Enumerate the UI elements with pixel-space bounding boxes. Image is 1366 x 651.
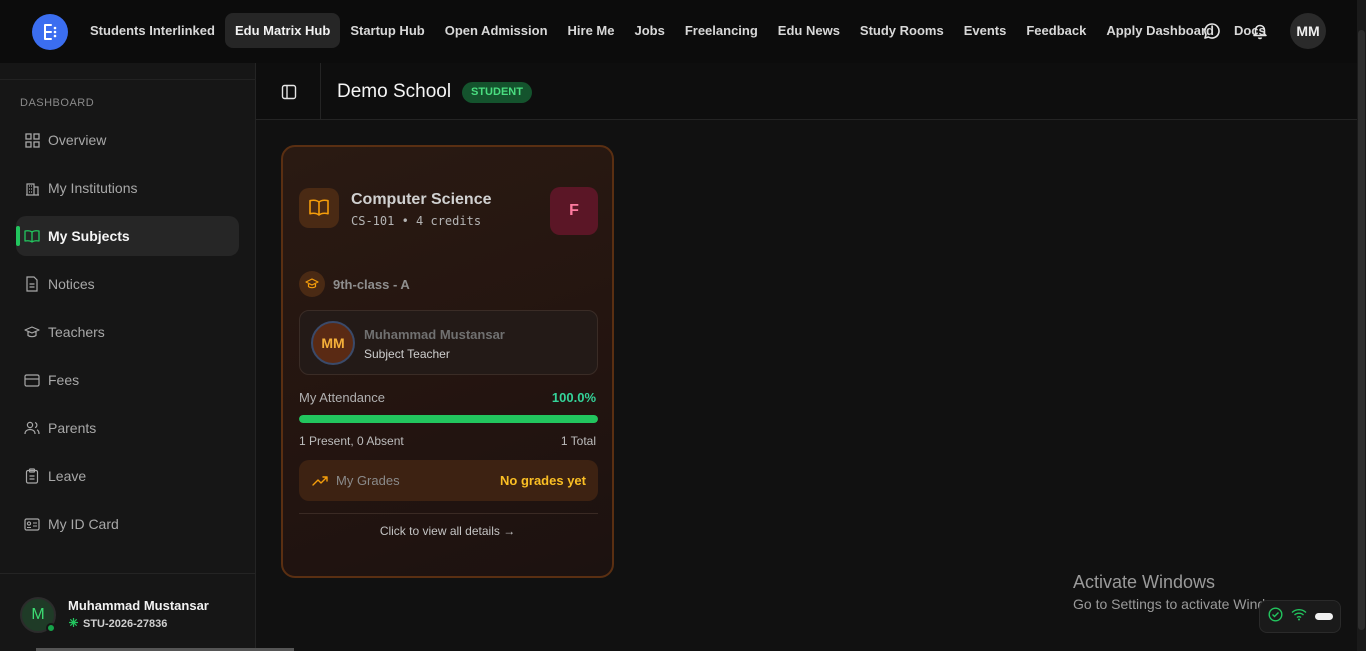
avatar: MM [311, 321, 355, 365]
system-tray-widget[interactable] [1259, 600, 1341, 633]
wallet-icon [24, 372, 40, 388]
sidebar-divider [0, 79, 256, 80]
id-card-icon [24, 516, 40, 532]
sidebar-item-my-id-card[interactable]: My ID Card [16, 504, 239, 544]
clipboard-icon [24, 468, 40, 484]
grid-icon [24, 132, 40, 148]
header-divider [320, 63, 321, 120]
page-title: Demo School [337, 81, 452, 102]
sidebar-item-my-institutions[interactable]: My Institutions [16, 168, 239, 208]
attendance-total: 1 Total [560, 434, 596, 448]
sidebar: DASHBOARD Overview My Institutions My Su… [0, 63, 256, 651]
page-scrollbar[interactable] [1357, 0, 1366, 651]
subject-title: Computer Science [351, 191, 492, 208]
sidebar-item-leave[interactable]: Leave [16, 456, 239, 496]
graduation-cap-icon [299, 271, 325, 297]
attendance-detail: 1 Present, 0 Absent [299, 434, 404, 448]
subject-meta: CS-101 • 4 credits [351, 214, 482, 228]
page-header: Demo School STUDENT [256, 63, 1357, 120]
book-open-icon [24, 228, 40, 244]
sidebar-item-notices[interactable]: Notices [16, 264, 239, 304]
nav-item-events[interactable]: Events [954, 13, 1017, 48]
teacher-name: Muhammad Mustansar [364, 327, 505, 342]
sidebar-item-label: Teachers [48, 324, 105, 340]
chat-icon[interactable] [1201, 20, 1223, 42]
grades-summary[interactable]: My Grades No grades yet [299, 460, 598, 501]
sidebar-item-label: Leave [48, 468, 87, 484]
book-open-icon [299, 188, 339, 228]
nav-item-hire-me[interactable]: Hire Me [558, 13, 625, 48]
bell-icon[interactable] [1249, 20, 1271, 42]
view-details-link[interactable]: Click to view all details → [283, 524, 612, 538]
user-name: Muhammad Mustansar [68, 598, 209, 613]
main-nav: Students Interlinked Edu Matrix Hub Star… [80, 13, 1276, 48]
sidebar-item-overview[interactable]: Overview [16, 120, 239, 160]
sidebar-item-label: My ID Card [48, 516, 119, 532]
grade-letter-badge: F [550, 187, 598, 235]
wifi-icon [1291, 608, 1307, 626]
sidebar-item-label: Overview [48, 132, 107, 148]
nav-item-students-interlinked[interactable]: Students Interlinked [80, 13, 225, 48]
check-circle-icon [1268, 606, 1283, 627]
role-badge: STUDENT [462, 82, 532, 103]
attendance-progress-bar [299, 415, 598, 423]
sidebar-item-my-subjects[interactable]: My Subjects [16, 216, 239, 256]
active-indicator [16, 226, 20, 246]
sidebar-toggle-button[interactable] [278, 81, 300, 103]
sidebar-section-label: DASHBOARD [20, 97, 95, 109]
battery-icon [1315, 613, 1333, 620]
teacher-info[interactable]: MM Muhammad Mustansar Subject Teacher [299, 310, 598, 375]
sidebar-item-label: Parents [48, 420, 97, 436]
users-icon [24, 420, 40, 436]
online-status-dot [46, 623, 56, 633]
sparkle-icon [68, 617, 79, 631]
nav-item-feedback[interactable]: Feedback [1016, 13, 1096, 48]
sidebar-item-fees[interactable]: Fees [16, 360, 239, 400]
nav-item-study-rooms[interactable]: Study Rooms [850, 13, 954, 48]
teacher-icon [24, 324, 40, 340]
nav-item-startup-hub[interactable]: Startup Hub [340, 13, 434, 48]
watermark-title: Activate Windows [1073, 572, 1216, 592]
nav-item-edu-news[interactable]: Edu News [768, 13, 850, 48]
building-icon [24, 180, 40, 196]
nav-item-open-admission[interactable]: Open Admission [435, 13, 558, 48]
sidebar-item-teachers[interactable]: Teachers [16, 312, 239, 352]
sidebar-item-label: Notices [48, 276, 95, 292]
teacher-role: Subject Teacher [364, 347, 450, 361]
trending-up-icon [311, 472, 329, 490]
subject-card[interactable]: Computer Science CS-101 • 4 credits F 9t… [281, 145, 614, 578]
panel-left-icon [281, 84, 297, 100]
nav-item-freelancing[interactable]: Freelancing [675, 13, 768, 48]
user-avatar-button[interactable]: MM [1290, 13, 1326, 49]
class-name: 9th-class - A [333, 277, 410, 292]
attendance-label: My Attendance [299, 390, 385, 405]
sidebar-item-label: My Institutions [48, 180, 138, 196]
top-navbar: Students Interlinked Edu Matrix Hub Star… [0, 0, 1366, 63]
sidebar-item-parents[interactable]: Parents [16, 408, 239, 448]
app-logo[interactable] [32, 14, 68, 50]
sidebar-user-panel[interactable]: M Muhammad Mustansar STU-2026-27836 [0, 573, 256, 651]
nav-item-jobs[interactable]: Jobs [624, 13, 674, 48]
attendance-progress-fill [299, 415, 598, 423]
logo-icon [44, 24, 57, 40]
file-text-icon [24, 276, 40, 292]
sidebar-item-label: Fees [48, 372, 80, 388]
student-id: STU-2026-27836 [68, 617, 167, 631]
attendance-percent: 100.0% [551, 390, 596, 405]
grades-value: No grades yet [500, 473, 586, 488]
scrollbar-thumb[interactable] [1358, 30, 1365, 630]
student-id-text: STU-2026-27836 [83, 618, 168, 630]
card-divider [299, 513, 598, 514]
sidebar-item-label: My Subjects [48, 228, 130, 244]
grades-label: My Grades [336, 473, 400, 488]
nav-item-edu-matrix-hub[interactable]: Edu Matrix Hub [224, 13, 341, 48]
